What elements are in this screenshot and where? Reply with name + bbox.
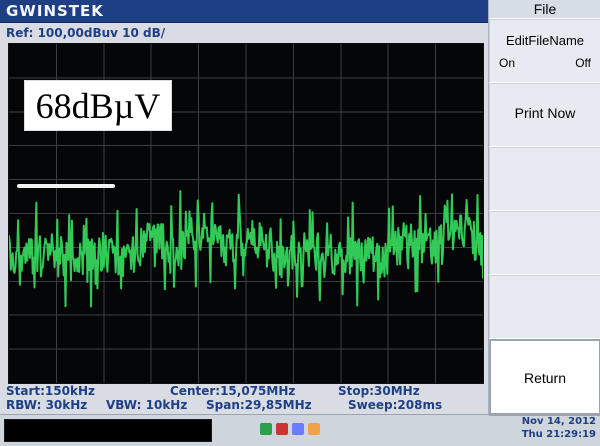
softkey-panel: File EditFileName On Off Print Now Retur…	[488, 0, 600, 416]
network-icon	[308, 423, 320, 435]
softkey-label: EditFileName	[505, 33, 585, 48]
center-frequency: Center:15,075MHz	[170, 384, 296, 398]
power-icon	[276, 423, 288, 435]
softkey-blank-2[interactable]	[489, 210, 600, 276]
on-off-options: On Off	[499, 56, 591, 70]
status-message-area	[4, 419, 212, 442]
softkey-title: File	[489, 0, 600, 19]
brand-logo: GWINSTEK	[6, 2, 104, 20]
spectrum-analyzer-screen: GWINSTEK Ref: 100,00dBuv 10 dB/ 68dBµV S…	[0, 0, 600, 446]
reference-level-readout: Ref: 100,00dBuv 10 dB/	[6, 26, 166, 40]
softkey-return[interactable]: Return	[489, 338, 600, 416]
lan-icon	[292, 423, 304, 435]
option-on: On	[499, 56, 516, 70]
status-icons	[260, 418, 322, 440]
softkey-label: Return	[523, 370, 567, 386]
usb-icon	[260, 423, 272, 435]
brand-bar: GWINSTEK	[0, 0, 488, 23]
softkey-label: Print Now	[514, 105, 576, 121]
time: Thu 21:29:19	[521, 429, 596, 440]
span: Span:29,85MHz	[206, 398, 312, 412]
level-marker-bar	[17, 184, 115, 188]
date: Nov 14, 2012	[521, 416, 596, 427]
spectrum-plot: 68dBµV	[8, 43, 484, 384]
level-label: 68dBµV	[35, 85, 161, 126]
level-label-box: 68dBµV	[24, 80, 172, 131]
stop-frequency: Stop:30MHz	[338, 384, 420, 398]
option-off: Off	[575, 56, 591, 70]
date-time: Nov 14, 2012 Thu 21:29:19	[506, 415, 596, 443]
softkey-blank-1[interactable]	[489, 146, 600, 212]
rbw: RBW: 30kHz	[6, 398, 88, 412]
softkey-print-now[interactable]: Print Now	[489, 82, 600, 148]
sweep-time: Sweep:208ms	[348, 398, 443, 412]
vbw: VBW: 10kHz	[106, 398, 188, 412]
softkey-blank-3[interactable]	[489, 274, 600, 340]
softkey-edit-file-name[interactable]: EditFileName On Off	[489, 18, 600, 84]
start-frequency: Start:150kHz	[6, 384, 95, 398]
